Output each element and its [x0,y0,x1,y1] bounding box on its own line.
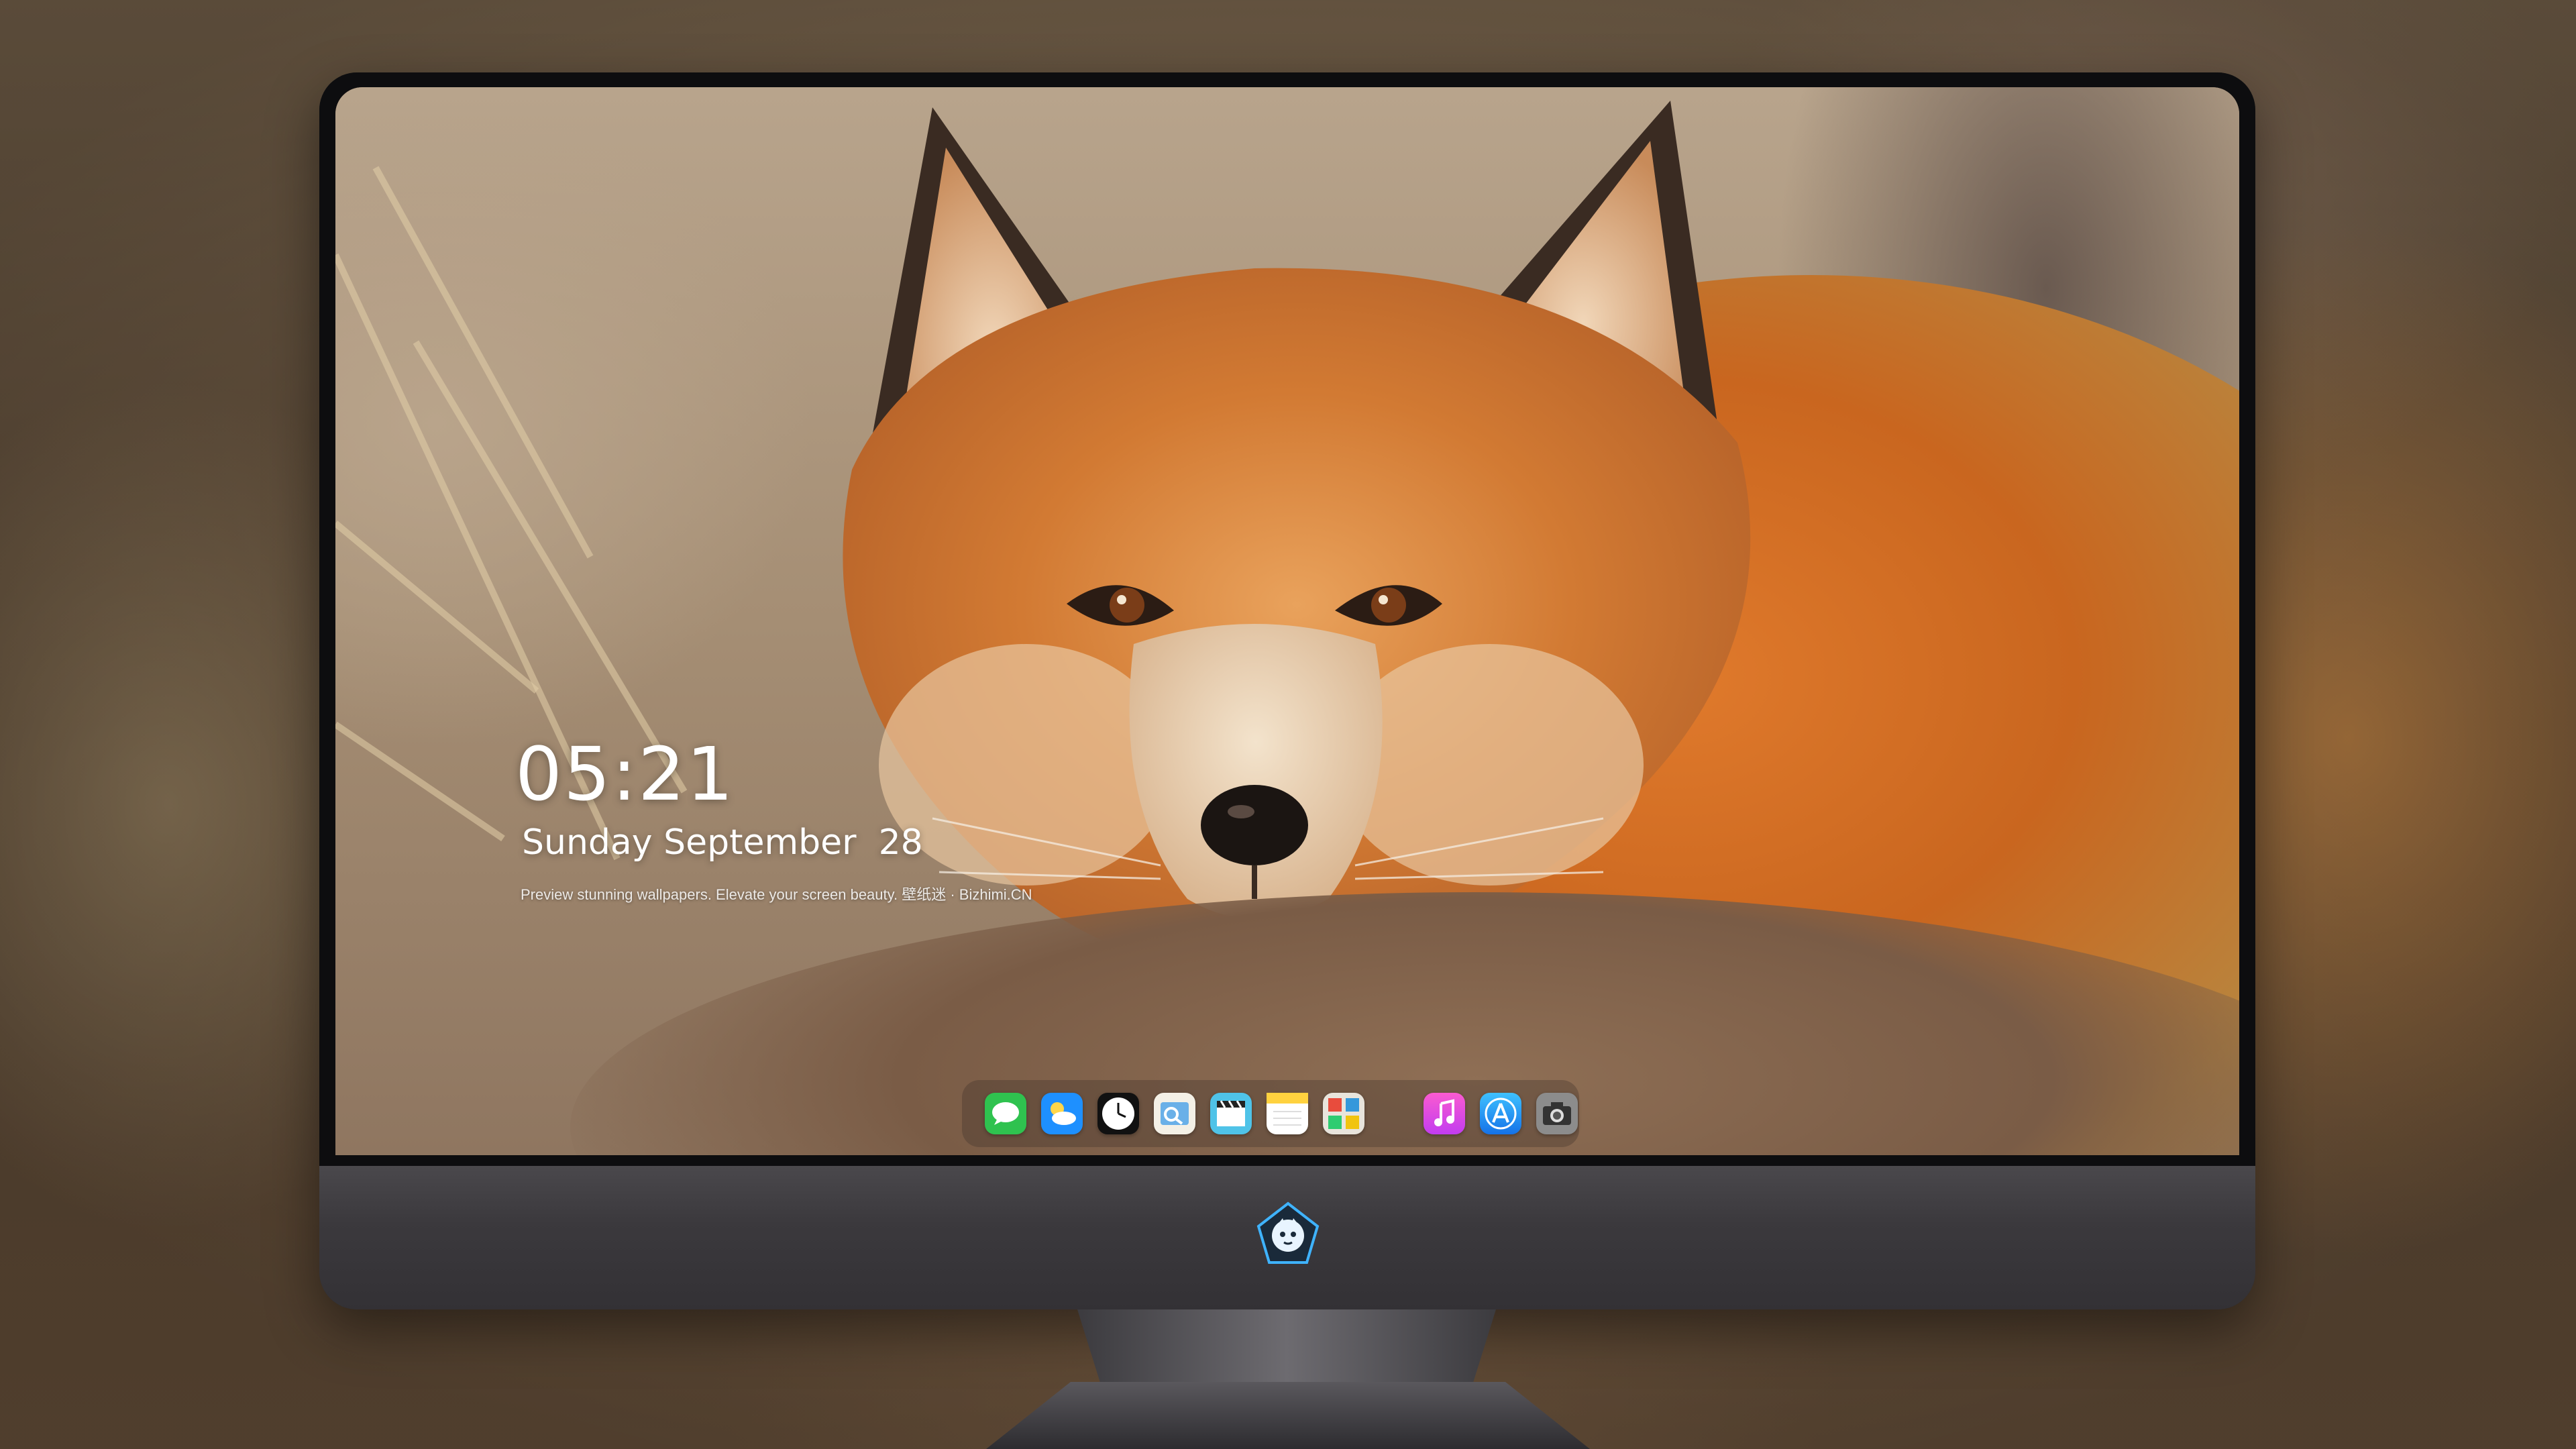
lockscreen-date: Sunday September 28 [522,822,923,863]
screen: 05:21 Sunday September 28 Preview stunni… [335,87,2239,1155]
clapperboard-icon[interactable] [1210,1093,1252,1134]
weather-icon[interactable] [1041,1093,1083,1134]
dock [962,1080,1579,1147]
wallpaper-caption: Preview stunning wallpapers. Elevate you… [521,886,1032,903]
lockscreen-time: 05:21 [515,731,735,817]
music-icon[interactable] [1424,1093,1465,1134]
monitor-stand-neck [1077,1309,1496,1390]
app-store-icon[interactable] [1480,1093,1521,1134]
photo-booth-icon[interactable] [1323,1093,1364,1134]
messages-icon[interactable] [985,1093,1026,1134]
preview-icon[interactable] [1154,1093,1195,1134]
notes-icon[interactable] [1267,1093,1308,1134]
monitor-stand-base [986,1382,1590,1449]
clock-icon[interactable] [1097,1093,1139,1134]
brand-logo-icon [1256,1201,1320,1264]
camera-icon[interactable] [1536,1093,1578,1134]
